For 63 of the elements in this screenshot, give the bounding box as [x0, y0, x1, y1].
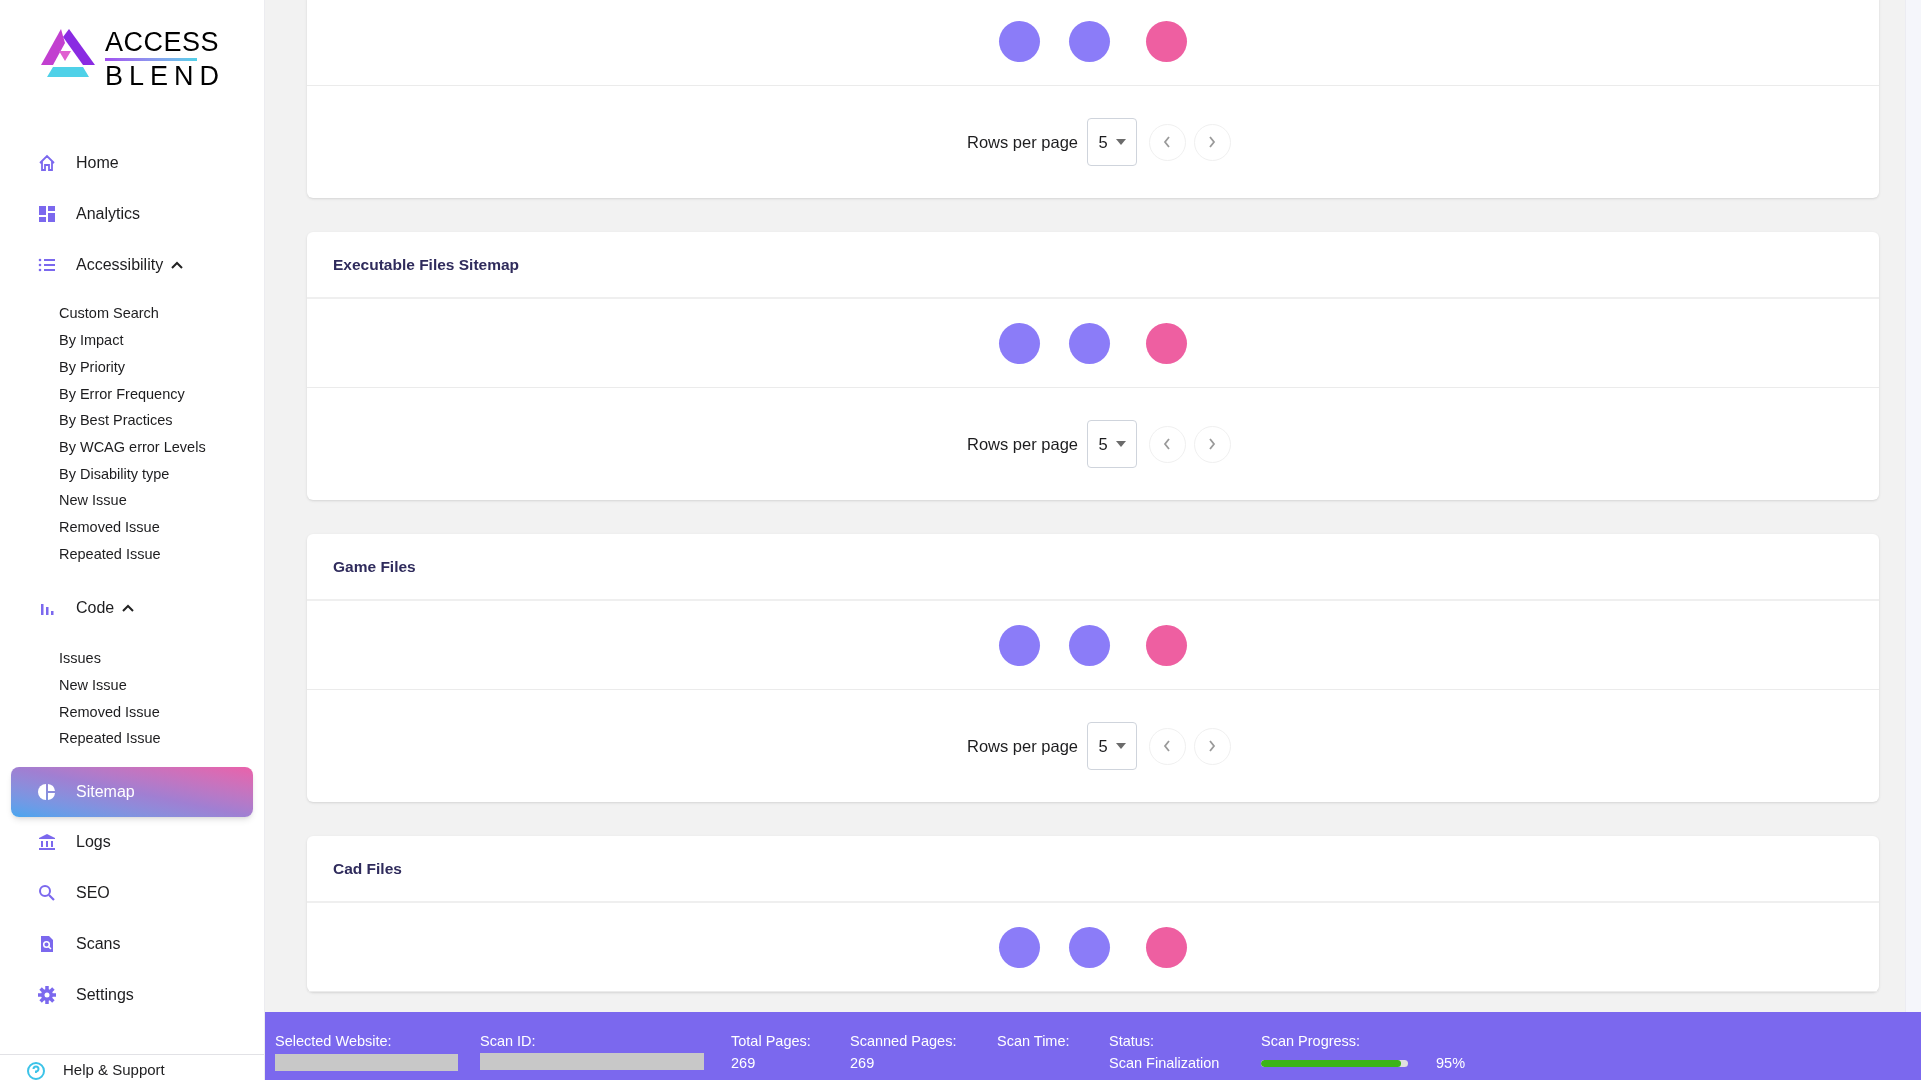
- pie-chart-icon: [37, 781, 57, 802]
- chevron-left-icon: [1163, 740, 1172, 752]
- nav-item[interactable]: Home: [0, 137, 264, 188]
- help-icon: [26, 1061, 46, 1080]
- chevron-up-icon: [170, 259, 185, 270]
- nav-item[interactable]: Code: [0, 582, 264, 634]
- submenu-item[interactable]: By Priority: [59, 354, 264, 382]
- chevron-left-icon: [1163, 136, 1172, 148]
- caret-icon: [1115, 441, 1126, 447]
- rows-per-page-select[interactable]: 5: [1087, 722, 1137, 770]
- submenu-item[interactable]: Custom Search: [59, 301, 264, 328]
- status-label: Total Pages:: [731, 1032, 812, 1050]
- status-label: Scanned Pages:: [850, 1032, 958, 1050]
- chevron-left-icon: [1163, 438, 1172, 450]
- status-value: 269: [731, 1054, 757, 1072]
- status-value: Scan Finalization: [1109, 1054, 1221, 1072]
- chevron-right-icon: [1208, 136, 1217, 148]
- status-label: Scan Progress:: [1261, 1032, 1362, 1050]
- rows-per-page-label: Rows per page: [967, 735, 1078, 757]
- card-title: Cad Files: [333, 858, 402, 879]
- submenu-item[interactable]: By WCAG error Levels: [59, 434, 264, 462]
- submenu-item[interactable]: Repeated Issue: [59, 725, 264, 753]
- submenu-item[interactable]: By Best Practices: [59, 407, 264, 435]
- submenu-item[interactable]: By Error Frequency: [59, 381, 264, 408]
- submenu-item[interactable]: New Issue: [59, 487, 264, 515]
- nav-item[interactable]: Scans: [0, 918, 264, 970]
- caret-icon: [1115, 139, 1126, 145]
- home-icon: [37, 152, 57, 173]
- help-link[interactable]: Help & Support: [63, 1061, 165, 1079]
- card-title: Game Files: [333, 556, 416, 577]
- logo-text: ACCESS: [105, 29, 220, 56]
- caret-icon: [1115, 743, 1126, 749]
- logo-mark-icon: [39, 27, 97, 79]
- settings-icon: [37, 985, 57, 1006]
- nav-item[interactable]: Analytics: [0, 188, 264, 239]
- status-value: 269: [850, 1054, 876, 1072]
- submenu-item[interactable]: Repeated Issue: [59, 541, 264, 568]
- submenu-item[interactable]: New Issue: [59, 672, 264, 700]
- submenu-item[interactable]: Removed Issue: [59, 514, 264, 542]
- nav-item[interactable]: SEO: [0, 867, 264, 919]
- status-label: Status:: [1109, 1032, 1156, 1050]
- rows-per-page-label: Rows per page: [967, 433, 1078, 455]
- chevron-right-icon: [1208, 740, 1217, 752]
- bank-icon: [37, 832, 57, 853]
- chevron-right-icon: [1208, 438, 1217, 450]
- progress-reading: 95%: [1436, 1054, 1466, 1072]
- chevron-up-icon: [121, 603, 136, 614]
- submenu-item[interactable]: Removed Issue: [59, 699, 264, 726]
- logo-text: BLEND: [105, 63, 225, 90]
- rows-per-page-select[interactable]: 5: [1087, 118, 1137, 166]
- nav-item[interactable]: Accessibility: [0, 239, 264, 290]
- card-title: Executable Files Sitemap: [333, 254, 520, 275]
- nav-item[interactable]: Settings: [0, 969, 264, 1021]
- status-label: Selected Website:: [275, 1032, 393, 1050]
- dashboard-icon: [37, 203, 57, 224]
- submenu-item[interactable]: By Disability type: [59, 461, 264, 488]
- submenu-item[interactable]: Issues: [59, 645, 264, 673]
- submenu-item[interactable]: By Impact: [59, 327, 264, 355]
- nav-item[interactable]: Logs: [0, 816, 264, 868]
- status-label: Scan ID:: [480, 1032, 537, 1050]
- rows-per-page-select[interactable]: 5: [1087, 420, 1137, 468]
- rows-per-page-label: Rows per page: [967, 131, 1078, 153]
- status-label: Scan Time:: [997, 1032, 1071, 1050]
